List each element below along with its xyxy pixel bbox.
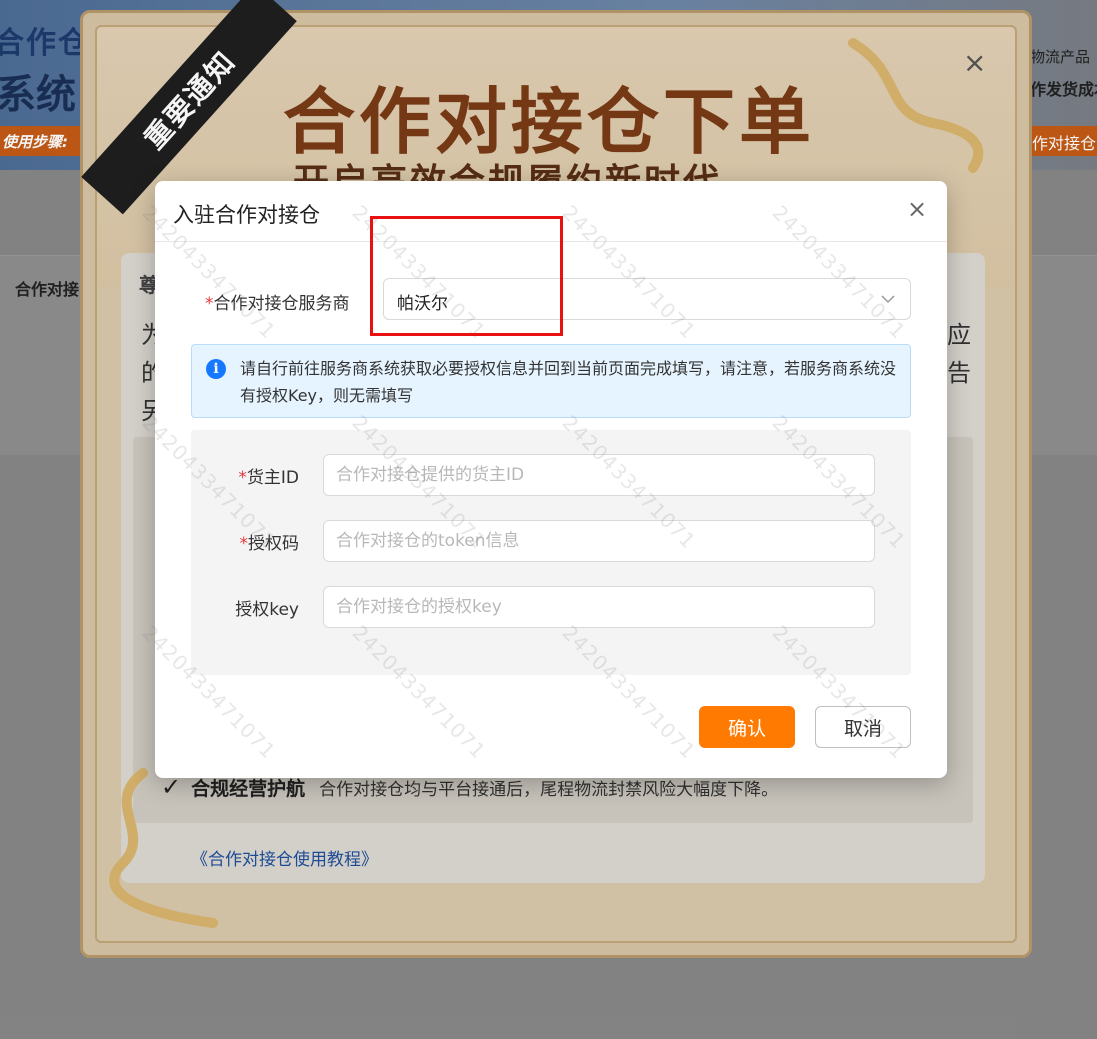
auth-code-label: *授权码 [191,529,300,554]
close-icon[interactable]: × [905,197,929,221]
required-mark: * [238,468,247,488]
cancel-button[interactable]: 取消 [815,706,911,748]
auth-key-label: 授权key [191,595,299,620]
join-warehouse-dialog: 入驻合作对接仓 × *合作对接仓服务商 帕沃尔 i 请自行前往服务商系统获取必要… [155,181,947,778]
provider-label: *合作对接仓服务商 [205,289,350,314]
owner-id-label: *货主ID [191,463,299,488]
dialog-title: 入驻合作对接仓 [173,203,320,227]
provider-select[interactable]: 帕沃尔 [383,278,911,320]
confirm-button[interactable]: 确认 [699,706,795,748]
provider-label-text: 合作对接仓服务商 [213,294,350,314]
dialog-header: 入驻合作对接仓 × [155,181,947,242]
info-icon: i [206,359,226,379]
required-mark: * [205,294,214,314]
chevron-down-icon [881,295,895,304]
provider-select-value: 帕沃尔 [397,294,448,314]
owner-id-input[interactable] [323,454,875,496]
info-alert: i 请自行前往服务商系统获取必要授权信息并回到当前页面完成填写，请注意，若服务商… [191,344,911,418]
auth-key-input[interactable] [323,586,875,628]
auth-form-panel: *货主ID *授权码 授权key [191,430,911,675]
owner-id-label-text: 货主ID [246,468,299,488]
required-mark: * [239,534,249,554]
auth-key-label-text: 授权key [235,600,299,620]
auth-code-label-text: 授权码 [248,534,299,554]
info-alert-text: 请自行前往服务商系统获取必要授权信息并回到当前页面完成填写，请注意，若服务商系统… [240,359,897,405]
auth-code-input[interactable] [323,520,875,562]
